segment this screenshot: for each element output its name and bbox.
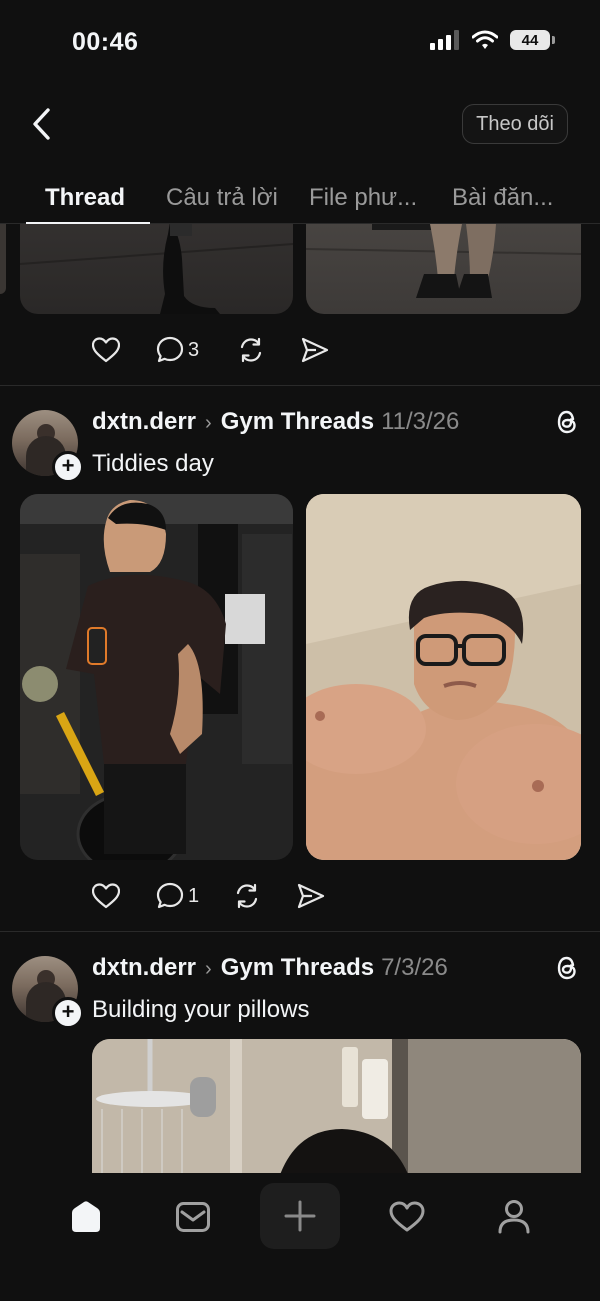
nav-profile[interactable] <box>484 1193 544 1241</box>
create-plus-icon <box>284 1200 316 1232</box>
chevron-right-icon: › <box>205 412 212 434</box>
post-actions: 3 <box>92 336 359 364</box>
topic-tag[interactable]: Gym Threads <box>221 408 374 436</box>
post-date: 7/3/26 <box>381 954 448 981</box>
gym-floor-photo <box>20 224 293 314</box>
like-button[interactable] <box>92 337 120 363</box>
post-actions: 1 <box>92 882 355 910</box>
post-text: Tiddies day <box>92 450 214 477</box>
threads-feed[interactable]: 3 + dxtn.derr › Gym Threads 11/3/26 Tidd… <box>0 224 600 1173</box>
repost-icon <box>241 337 262 363</box>
gym-mirror-selfie-photo <box>20 494 293 860</box>
username[interactable]: dxtn.derr <box>92 954 196 982</box>
post-divider <box>0 385 600 386</box>
share-icon <box>298 883 325 909</box>
repost-button[interactable] <box>237 336 265 364</box>
comment-button[interactable]: 1 <box>156 882 199 910</box>
reply-count: 3 <box>188 338 200 361</box>
chevron-right-icon: › <box>205 958 212 980</box>
nav-home[interactable] <box>56 1193 116 1241</box>
follow-plus-icon[interactable]: + <box>52 997 84 1029</box>
tab-replies[interactable]: Câu trả lời <box>166 184 278 212</box>
tab-media[interactable]: File phư... <box>309 184 417 212</box>
post-image[interactable] <box>20 494 293 860</box>
profile-icon <box>498 1200 530 1234</box>
post-header: dxtn.derr › Gym Threads 7/3/26 <box>92 954 448 982</box>
activity-heart-icon <box>389 1201 425 1232</box>
post-image[interactable] <box>92 1039 581 1173</box>
wifi-icon <box>472 30 498 49</box>
comment-icon <box>156 336 184 363</box>
post-text: Building your pillows <box>92 996 310 1023</box>
tab-reposts[interactable]: Bài đăn... <box>452 184 553 212</box>
reply-count: 1 <box>188 884 200 907</box>
status-icons: 44 <box>430 30 555 50</box>
post-date: 11/3/26 <box>381 408 460 435</box>
share-button[interactable] <box>301 337 329 363</box>
tab-threads[interactable]: Thread <box>45 184 125 212</box>
topic-tag[interactable]: Gym Threads <box>221 954 374 982</box>
username[interactable]: dxtn.derr <box>92 408 196 436</box>
selfie-photo <box>306 494 581 860</box>
status-time: 00:46 <box>72 28 139 56</box>
post-divider <box>0 931 600 932</box>
comment-button[interactable]: 3 <box>156 336 199 364</box>
post-image-edge <box>0 224 6 294</box>
profile-tabs: Thread Câu trả lời File phư... Bài đăn..… <box>0 176 600 224</box>
battery-indicator: 44 <box>510 30 555 50</box>
repost-button[interactable] <box>233 882 261 910</box>
bottom-navigation <box>0 1173 600 1301</box>
post-image[interactable] <box>306 224 581 314</box>
heart-icon <box>92 337 120 363</box>
threads-logo-icon <box>557 956 576 980</box>
home-icon <box>72 1201 100 1232</box>
nav-activity[interactable] <box>377 1193 437 1241</box>
share-button[interactable] <box>297 883 325 909</box>
post-image[interactable] <box>20 224 293 314</box>
like-button[interactable] <box>92 883 120 909</box>
post-header: dxtn.derr › Gym Threads 11/3/26 <box>92 408 459 436</box>
inbox-icon <box>176 1202 210 1232</box>
cellular-signal-icon <box>430 30 459 50</box>
heart-icon <box>92 883 120 909</box>
follow-plus-icon[interactable]: + <box>52 451 84 483</box>
back-arrow-icon <box>33 108 50 140</box>
nav-inbox[interactable] <box>163 1193 223 1241</box>
comment-icon <box>156 882 184 909</box>
back-button[interactable] <box>28 104 58 144</box>
nav-create[interactable] <box>260 1183 340 1249</box>
repost-icon <box>237 883 258 909</box>
post-image[interactable] <box>306 494 581 860</box>
share-icon <box>302 337 329 363</box>
follow-button[interactable]: Theo dõi <box>462 104 568 144</box>
gym-floor-photo <box>306 224 581 298</box>
threads-logo-icon <box>557 410 576 434</box>
bathroom-selfie-photo <box>92 1039 581 1173</box>
